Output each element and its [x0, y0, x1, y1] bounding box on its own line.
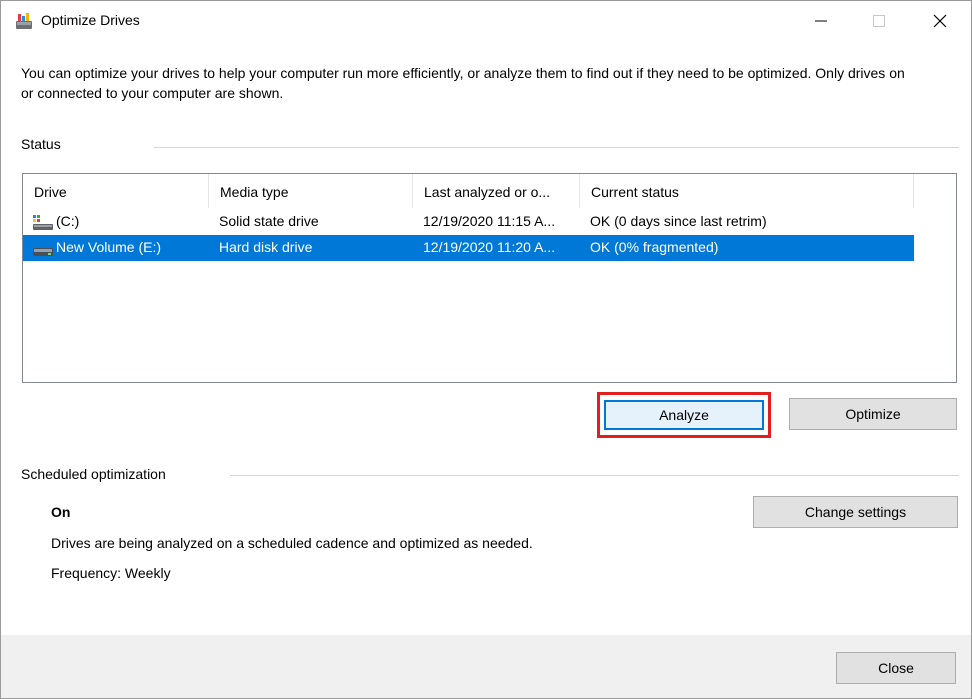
- schedule-state: On: [51, 504, 71, 520]
- analyze-highlight-box: Analyze: [597, 392, 771, 438]
- last-analyzed: 12/19/2020 11:20 A...: [423, 239, 556, 255]
- drive-row-c[interactable]: (C:) Solid state drive 12/19/2020 11:15 …: [23, 209, 914, 235]
- close-dialog-button[interactable]: Close: [836, 652, 956, 684]
- minimize-icon: [815, 20, 827, 22]
- media-type: Solid state drive: [219, 213, 319, 229]
- optimize-button[interactable]: Optimize: [789, 398, 957, 430]
- description-text: You can optimize your drives to help you…: [21, 65, 905, 101]
- maximize-icon: [873, 15, 885, 27]
- column-header-current-status[interactable]: Current status: [580, 174, 914, 208]
- last-analyzed: 12/19/2020 11:15 A...: [423, 213, 556, 229]
- close-button[interactable]: [917, 1, 963, 41]
- hdd-drive-icon: [33, 240, 53, 256]
- drives-list[interactable]: Drive Media type Last analyzed or o... C…: [22, 173, 957, 383]
- dialog-footer: Close: [1, 635, 971, 698]
- analyze-button[interactable]: Analyze: [604, 400, 764, 430]
- scheduled-divider: [230, 475, 959, 476]
- close-icon: [933, 14, 947, 28]
- current-status: OK (0 days since last retrim): [590, 213, 767, 229]
- ssd-drive-icon: [33, 214, 53, 230]
- optimize-drives-window: Optimize Drives You can optimize your dr…: [0, 0, 972, 699]
- column-header-last-analyzed[interactable]: Last analyzed or o...: [413, 174, 580, 208]
- drive-name: New Volume (E:): [56, 239, 162, 255]
- drive-row-e[interactable]: New Volume (E:) Hard disk drive 12/19/20…: [23, 235, 914, 261]
- media-type: Hard disk drive: [219, 239, 313, 255]
- maximize-button[interactable]: [856, 1, 902, 41]
- title-bar[interactable]: Optimize Drives: [1, 1, 971, 41]
- column-header-drive[interactable]: Drive: [23, 174, 209, 208]
- drive-name: (C:): [56, 213, 80, 229]
- change-settings-button[interactable]: Change settings: [753, 496, 958, 528]
- schedule-frequency: Frequency: Weekly: [51, 565, 171, 581]
- minimize-button[interactable]: [798, 1, 844, 41]
- schedule-detail: Drives are being analyzed on a scheduled…: [51, 535, 533, 551]
- window-title: Optimize Drives: [41, 12, 140, 28]
- column-header-media-type[interactable]: Media type: [209, 174, 413, 208]
- defrag-app-icon: [15, 12, 33, 30]
- status-group-label: Status: [21, 136, 61, 152]
- current-status: OK (0% fragmented): [590, 239, 719, 255]
- status-divider: [154, 147, 959, 148]
- scheduled-group-label: Scheduled optimization: [21, 466, 166, 482]
- drives-list-header: Drive Media type Last analyzed or o... C…: [23, 174, 956, 208]
